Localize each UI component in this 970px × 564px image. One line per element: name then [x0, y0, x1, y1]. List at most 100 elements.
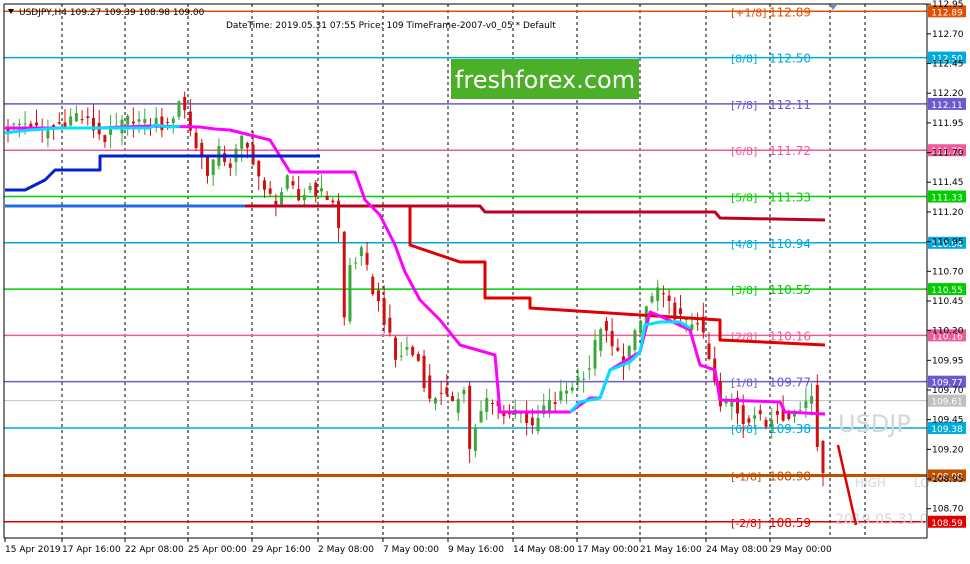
murrey-level-label: [-1/8]: [731, 470, 761, 483]
candle-body: [667, 295, 671, 301]
time-tick-label: 25 Apr 00:00: [188, 545, 247, 555]
candle-body: [593, 340, 597, 369]
candle-body: [547, 399, 551, 412]
candle-body: [17, 123, 21, 125]
candle-body: [707, 343, 711, 359]
candle-body: [576, 376, 580, 382]
murrey-level-label: [6/8]: [731, 145, 757, 158]
time-tick-label: 15 Apr 2019: [5, 545, 61, 555]
murrey-level-value: 110.94: [769, 237, 811, 251]
chart-canvas[interactable]: [+1/8] 112.89 [8/8] 112.50 [7/8] 112.11 [6/8] 1…: [0, 0, 970, 560]
candle-body: [753, 415, 757, 419]
candle-body: [422, 355, 426, 389]
candle-body: [815, 384, 819, 447]
candle-body: [268, 188, 272, 194]
candle-body: [656, 287, 660, 301]
candle-body: [439, 392, 443, 394]
candle-body: [137, 119, 141, 122]
candle-body: [399, 355, 403, 357]
murrey-level-value: 108.98: [769, 469, 811, 483]
candle-body: [103, 135, 107, 143]
candle-body: [565, 390, 569, 394]
murrey-level-label: [+1/8]: [731, 6, 767, 19]
candle-body: [262, 180, 266, 190]
time-tick-label: 9 May 16:00: [448, 545, 504, 555]
price-tick-label: 112.20: [932, 89, 964, 99]
candle-body: [770, 419, 774, 428]
candle-body: [57, 122, 61, 124]
candle-body: [428, 375, 432, 399]
price-tick-label: 110.70: [932, 267, 964, 277]
price-tick-label: 110.20: [932, 327, 964, 337]
candle-body: [80, 119, 84, 121]
candle-body: [46, 130, 50, 139]
murrey-level-label: [0/8]: [731, 423, 757, 436]
price-tick-label: 111.95: [932, 119, 964, 129]
price-tick-label: 109.70: [932, 386, 964, 396]
candle-body: [764, 419, 768, 427]
candle-body: [582, 378, 586, 380]
price-tick-label: 110.45: [932, 297, 964, 307]
candle-body: [69, 116, 73, 126]
candle-body: [810, 396, 814, 404]
candle-body: [23, 123, 27, 125]
candle-body: [821, 441, 825, 474]
candle-body: [411, 346, 415, 356]
chart[interactable]: [+1/8] 112.89 [8/8] 112.50 [7/8] 112.11 [6/8] 1…: [0, 0, 970, 560]
candle-body: [376, 290, 380, 302]
candle-body: [205, 156, 209, 176]
price-tick-label: 112.70: [932, 30, 964, 40]
candle-body: [388, 317, 392, 333]
candle-body: [285, 175, 289, 189]
candle-body: [359, 247, 363, 257]
murrey-level-label: [3/8]: [731, 284, 757, 297]
time-tick-label: 14 May 08:00: [513, 545, 575, 555]
candle-body: [325, 195, 329, 201]
candle-body: [354, 262, 358, 264]
candle-body: [747, 418, 751, 423]
candle-body: [228, 163, 232, 168]
candle-body: [633, 330, 637, 350]
candle-body: [280, 192, 284, 205]
murrey-level-value: 108.59: [769, 516, 811, 530]
candle-body: [342, 231, 346, 318]
time-tick-label: 7 May 00:00: [383, 545, 439, 555]
price-tick-label: 109.45: [932, 416, 964, 426]
candle-body: [86, 116, 90, 118]
candle-body: [559, 391, 563, 401]
candle-body: [416, 353, 420, 361]
brand-text: freshforex.com: [455, 66, 635, 94]
candle-body: [456, 399, 460, 413]
candle-body: [758, 410, 762, 415]
candle-body: [183, 97, 187, 111]
current-price-text: 109.61: [931, 398, 963, 408]
murrey-level-label: [5/8]: [731, 191, 757, 204]
time-tick-label: 29 May 00:00: [770, 545, 832, 555]
murrey-level-label: [1/8]: [731, 377, 757, 390]
time-tick-label: 2 May 08:00: [318, 545, 374, 555]
candle-body: [143, 119, 147, 124]
date-watermark: 2019.05.31 0: [835, 512, 929, 528]
candle-body: [485, 398, 489, 412]
murrey-level-value: 112.89: [769, 5, 811, 19]
murrey-level-value: 112.11: [769, 98, 811, 112]
price-tick-label: 110.95: [932, 238, 964, 248]
price-badge-text: 110.55: [931, 286, 963, 296]
candle-body: [804, 401, 808, 409]
price-tick-label: 108.95: [932, 475, 964, 485]
murrey-level-value: 111.72: [769, 144, 811, 158]
murrey-level-value: 109.38: [769, 422, 811, 436]
candle-body: [462, 389, 466, 395]
price-tick-label: 111.20: [932, 208, 964, 218]
price-badge-text: 112.11: [931, 101, 963, 111]
candle-body: [468, 385, 472, 449]
candle-body: [166, 121, 170, 123]
candle-body: [536, 417, 540, 432]
candle-body: [74, 113, 78, 122]
time-tick-label: 17 Apr 16:00: [62, 545, 121, 555]
price-tick-label: 111.45: [932, 178, 964, 188]
price-tick-label: 109.95: [932, 356, 964, 366]
candle-body: [741, 405, 745, 425]
candle-body: [365, 252, 369, 265]
candle-body: [194, 132, 198, 148]
